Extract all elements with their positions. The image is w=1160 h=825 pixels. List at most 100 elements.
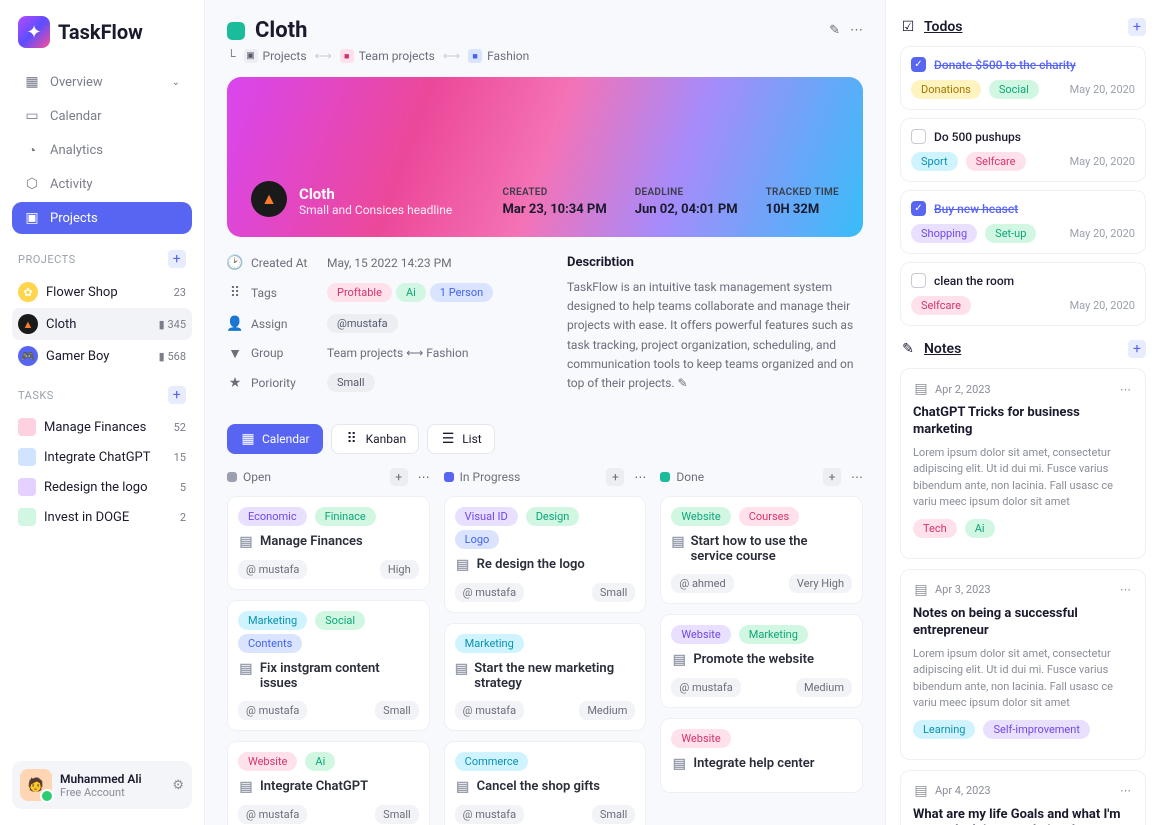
card-tag: Website	[671, 625, 730, 644]
todos-header[interactable]: Todos	[924, 19, 962, 35]
add-card-button[interactable]: +	[606, 468, 624, 486]
doc-icon: ▤	[455, 661, 469, 677]
todo-checkbox[interactable]	[911, 129, 926, 144]
card-assignee: @ mustafa	[238, 701, 307, 720]
notes-header[interactable]: Notes	[924, 341, 961, 357]
column-open: Open+⋯EconomicFininace▤Manage Finances@ …	[227, 468, 430, 825]
todo-item[interactable]: clean the roomSelfcareMay 20, 2020	[900, 262, 1146, 326]
settings-icon[interactable]: ⚙	[172, 778, 184, 793]
list-icon: ☰	[440, 431, 456, 447]
crumb[interactable]: ▣Projects	[244, 49, 307, 63]
crumb[interactable]: ■Team projects	[340, 49, 435, 63]
task-card[interactable]: WebsiteMarketing▤Promote the website@ mu…	[660, 614, 863, 708]
folder-icon: ▣	[244, 49, 258, 63]
card-priority: Small	[592, 583, 636, 602]
tag-pill[interactable]: 1 Person	[430, 283, 493, 302]
note-item[interactable]: ▤Apr 4, 2023⋯What are my life Goals and …	[900, 770, 1146, 825]
note-more-icon[interactable]: ⋯	[1120, 784, 1133, 797]
todo-checkbox[interactable]: ✓	[911, 201, 926, 216]
card-priority: Small	[592, 805, 636, 824]
tab-list[interactable]: ☰List	[427, 424, 495, 454]
tag-pill[interactable]: Ai	[396, 283, 426, 302]
project-flower shop[interactable]: ✿Flower Shop23	[12, 276, 192, 308]
page-icon: ▤	[913, 783, 929, 799]
todo-tag: Shopping	[911, 224, 977, 243]
hero-banner: ▲ Cloth Small and Consices headline CREA…	[227, 77, 863, 237]
side-task[interactable]: Integrate ChatGPT15	[12, 442, 192, 472]
note-body: Lorem ipsum dolor sit amet, consectetur …	[913, 445, 1133, 511]
edit-desc-icon[interactable]: ✎	[678, 376, 688, 390]
column-in progress: In Progress+⋯Visual IDDesignLogo▤Re desi…	[444, 468, 647, 825]
hero-stat: DEADLINEJun 02, 04:01 PM	[635, 187, 738, 217]
add-project-button[interactable]: +	[168, 250, 186, 268]
description-text: TaskFlow is an intuitive task management…	[567, 280, 854, 390]
nav-overview[interactable]: ▦Overview⌄	[12, 66, 192, 98]
tag-pill[interactable]: Proftable	[327, 283, 392, 302]
crumb[interactable]: ■Fashion	[468, 49, 529, 63]
project-gamer boy[interactable]: 🎮Gamer Boy▮ 568	[12, 340, 192, 372]
note-more-icon[interactable]: ⋯	[1120, 383, 1133, 396]
assignee-pill[interactable]: @ mustafa	[327, 314, 398, 333]
nav-calendar[interactable]: ▭Calendar	[12, 100, 192, 132]
note-date: Apr 3, 2023	[935, 583, 991, 596]
todo-checkbox[interactable]	[911, 273, 926, 288]
todo-item[interactable]: ✓Buy new heasetShoppingSet-upMay 20, 202…	[900, 190, 1146, 254]
side-task[interactable]: Invest in DOGE2	[12, 502, 192, 532]
note-item[interactable]: ▤Apr 2, 2023⋯ChatGPT Tricks for business…	[900, 368, 1146, 559]
project-cloth[interactable]: ▲Cloth▮ 345	[12, 308, 192, 340]
task-card[interactable]: MarketingSocialContents▤Fix instgram con…	[227, 600, 430, 731]
add-card-button[interactable]: +	[823, 468, 841, 486]
note-item[interactable]: ▤Apr 3, 2023⋯Notes on being a successful…	[900, 569, 1146, 760]
tab-kanban[interactable]: ⠿Kanban	[331, 424, 420, 454]
side-task[interactable]: Redesign the logo5	[12, 472, 192, 502]
column-more-icon[interactable]: ⋯	[418, 470, 430, 484]
card-assignee: @ mustafa	[671, 678, 740, 697]
todo-tag: Social	[989, 80, 1039, 99]
tab-calendar[interactable]: ▦Calendar	[227, 424, 323, 454]
add-note-button[interactable]: +	[1128, 340, 1146, 358]
card-assignee: @ mustafa	[455, 805, 524, 824]
column-more-icon[interactable]: ⋯	[634, 470, 646, 484]
nav-analytics[interactable]: ◔Analytics	[12, 134, 192, 166]
side-task[interactable]: Manage Finances52	[12, 412, 192, 442]
add-todo-button[interactable]: +	[1128, 18, 1146, 36]
status-dot-icon	[444, 472, 454, 482]
task-card[interactable]: WebsiteCourses▤Start how to use the serv…	[660, 496, 863, 604]
task-card[interactable]: Website▤Integrate help center	[660, 718, 863, 793]
more-icon[interactable]: ⋯	[850, 23, 863, 38]
logo[interactable]: ✦ TaskFlow	[12, 16, 192, 48]
note-body: Lorem ipsum dolor sit amet, consectetur …	[913, 646, 1133, 712]
priority-pill[interactable]: Small	[327, 373, 375, 392]
todo-date: May 20, 2020	[1070, 227, 1135, 240]
task-card[interactable]: Visual IDDesignLogo▤Re design the logo@ …	[444, 496, 647, 613]
checklist-icon: ☑	[900, 19, 916, 35]
overview-icon: ▦	[24, 74, 40, 90]
nav-activity[interactable]: ⬡Activity	[12, 168, 192, 200]
task-card[interactable]: WebsiteAi▤Integrate ChatGPT@ mustafaSmal…	[227, 741, 430, 825]
todo-item[interactable]: Do 500 pushupsSportSelfcareMay 20, 2020	[900, 118, 1146, 182]
column-more-icon[interactable]: ⋯	[851, 470, 863, 484]
user-card[interactable]: 🧑 Muhammed Ali Free Account ⚙	[12, 761, 192, 809]
nav-projects[interactable]: ▣Projects	[12, 202, 192, 234]
add-task-button[interactable]: +	[168, 386, 186, 404]
user-avatar: 🧑	[20, 769, 52, 801]
card-tag: Social	[315, 611, 365, 630]
doc-icon: ▤	[455, 557, 471, 573]
card-tag: Commerce	[455, 752, 529, 771]
todo-item[interactable]: ✓Donate $500 to the charityDonationsSoci…	[900, 46, 1146, 110]
note-more-icon[interactable]: ⋯	[1120, 583, 1133, 596]
todo-tag: Selfcare	[911, 296, 971, 315]
note-tag: Learning	[913, 720, 975, 739]
todo-checkbox[interactable]: ✓	[911, 57, 926, 72]
hero-stat: TRACKED TIME10H 32M	[766, 187, 839, 217]
task-card[interactable]: EconomicFininace▤Manage Finances@ mustaf…	[227, 496, 430, 590]
task-card[interactable]: Marketing▤Start the new marketing strate…	[444, 623, 647, 731]
task-card[interactable]: Commerce▤Cancel the shop gifts@ mustafaS…	[444, 741, 647, 825]
edit-icon[interactable]: ✎	[829, 23, 840, 38]
column-done: Done+⋯WebsiteCourses▤Start how to use th…	[660, 468, 863, 825]
star-icon: ★	[227, 375, 243, 391]
status-dot-icon	[227, 472, 237, 482]
card-priority: Very High	[789, 574, 852, 593]
add-card-button[interactable]: +	[390, 468, 408, 486]
note-icon: ✎	[900, 341, 916, 357]
